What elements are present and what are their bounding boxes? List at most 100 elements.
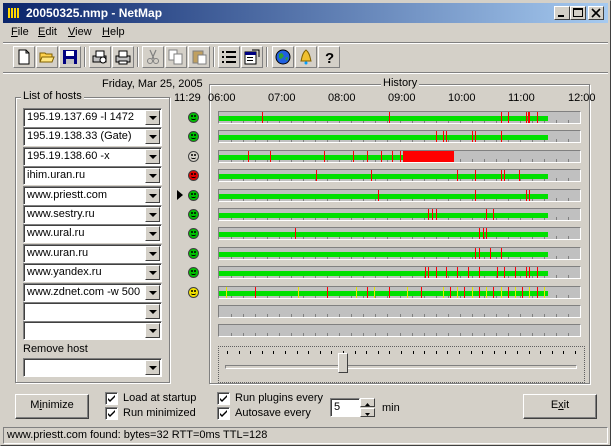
host-combo[interactable]: 195.19.137.69 -l 1472 xyxy=(23,108,162,127)
host-history-bar[interactable] xyxy=(218,247,581,260)
slider-tick xyxy=(297,351,298,354)
globe-button[interactable] xyxy=(272,46,294,68)
slider-thumb[interactable] xyxy=(338,353,348,373)
close-window-button[interactable] xyxy=(588,6,604,20)
bell-button[interactable] xyxy=(295,46,317,68)
host-history-bar[interactable] xyxy=(218,150,581,163)
host-status-ok-icon xyxy=(188,190,199,201)
checkmark-icon xyxy=(108,395,115,402)
print-button[interactable] xyxy=(112,46,134,68)
remove-host-combo[interactable] xyxy=(23,358,162,377)
host-history-bar[interactable] xyxy=(218,189,581,202)
host-combo[interactable] xyxy=(23,321,162,340)
open-button[interactable] xyxy=(36,46,58,68)
failure-mark xyxy=(400,151,401,162)
history-tick xyxy=(375,333,376,336)
host-dropdown-button[interactable] xyxy=(145,304,160,319)
host-history-bar[interactable] xyxy=(218,169,581,182)
host-dropdown-button[interactable] xyxy=(145,129,160,144)
host-combo[interactable]: 195.19.138.33 (Gate) xyxy=(23,127,162,146)
title-bar[interactable]: 20050325.nmp - NetMap xyxy=(3,3,608,23)
minimize-label-post: nimize xyxy=(41,399,74,411)
slider-tick xyxy=(471,351,472,354)
host-name: www.priestt.com xyxy=(27,189,108,201)
selected-host-arrow-icon xyxy=(177,190,183,200)
time-axis-label: 12:00 xyxy=(568,92,596,104)
history-tick xyxy=(327,333,328,336)
minimize-window-button[interactable] xyxy=(554,6,570,20)
host-dropdown-button[interactable] xyxy=(145,226,160,241)
host-dropdown-button[interactable] xyxy=(145,265,160,280)
run-minimized-checkbox[interactable] xyxy=(105,407,118,420)
history-tick xyxy=(508,159,509,162)
time-slider[interactable] xyxy=(218,346,585,383)
host-dropdown-button[interactable] xyxy=(145,246,160,261)
minimize-button[interactable]: Minimize xyxy=(15,394,89,419)
copy-button[interactable] xyxy=(165,46,187,68)
slider-tick xyxy=(262,351,263,354)
host-history-bar[interactable] xyxy=(218,208,581,221)
cut-button[interactable] xyxy=(142,46,164,68)
host-name: www.zdnet.com -w 500 xyxy=(27,286,141,298)
host-dropdown-button[interactable] xyxy=(145,285,160,300)
spin-down-button[interactable] xyxy=(360,408,375,417)
menu-edit[interactable]: Edit xyxy=(38,26,57,38)
host-history-bar[interactable] xyxy=(218,286,581,299)
print-preview-button[interactable] xyxy=(89,46,111,68)
interval-input[interactable]: 5 xyxy=(330,398,360,417)
host-combo[interactable] xyxy=(23,302,162,321)
properties-button[interactable] xyxy=(241,46,263,68)
host-dropdown-button[interactable] xyxy=(145,149,160,164)
host-history-bar[interactable] xyxy=(218,130,581,143)
help-button[interactable]: ? xyxy=(318,46,340,68)
menu-help[interactable]: Help xyxy=(102,26,125,38)
host-combo[interactable]: ihim.uran.ru xyxy=(23,166,162,185)
failure-mark xyxy=(475,190,476,201)
save-button[interactable] xyxy=(59,46,81,68)
host-dropdown-button[interactable] xyxy=(145,110,160,125)
current-time-label: 11:29 xyxy=(174,92,201,104)
host-combo[interactable]: www.ural.ru xyxy=(23,224,162,243)
failure-mark xyxy=(389,112,390,123)
failure-mark xyxy=(486,209,487,220)
time-axis-label: 11:00 xyxy=(508,92,535,104)
load-at-startup-checkbox[interactable] xyxy=(105,392,118,405)
host-history-bar[interactable] xyxy=(218,227,581,240)
host-history-bar[interactable] xyxy=(218,305,581,318)
run-plugins-every-checkbox[interactable] xyxy=(217,392,230,405)
history-tick xyxy=(243,314,244,317)
history-tick xyxy=(339,314,340,317)
maximize-window-button[interactable] xyxy=(570,6,586,20)
host-dropdown-button[interactable] xyxy=(145,323,160,338)
host-combo[interactable]: www.uran.ru xyxy=(23,244,162,263)
autosave-every-checkbox[interactable] xyxy=(217,407,230,420)
history-tick xyxy=(568,236,569,239)
failure-mark xyxy=(298,287,299,298)
exit-button[interactable]: Exit xyxy=(523,394,597,419)
host-combo[interactable]: 195.19.138.60 -x xyxy=(23,147,162,166)
host-dropdown-button[interactable] xyxy=(145,168,160,183)
spin-up-button[interactable] xyxy=(360,398,375,407)
host-history-bar[interactable] xyxy=(218,324,581,337)
menu-view[interactable]: View xyxy=(68,26,92,38)
host-history-bar[interactable] xyxy=(218,111,581,124)
failure-mark xyxy=(472,131,473,142)
paste-button[interactable] xyxy=(188,46,210,68)
menu-bar: File Edit View Help xyxy=(3,24,608,42)
host-dropdown-button[interactable] xyxy=(145,207,160,222)
host-history-bar[interactable] xyxy=(218,266,581,279)
menu-file[interactable]: File xyxy=(11,26,29,38)
list-button[interactable] xyxy=(218,46,240,68)
host-dropdown-button[interactable] xyxy=(145,188,160,203)
remove-host-dropdown-button[interactable] xyxy=(145,360,160,375)
host-combo[interactable]: www.yandex.ru xyxy=(23,263,162,282)
history-tick xyxy=(508,333,509,336)
host-combo[interactable]: www.priestt.com xyxy=(23,186,162,205)
uptime-segment xyxy=(219,232,548,237)
slider-tick xyxy=(482,351,483,354)
host-combo[interactable]: www.zdnet.com -w 500 xyxy=(23,283,162,302)
new-button[interactable] xyxy=(13,46,35,68)
history-tick xyxy=(544,314,545,317)
history-tick xyxy=(363,333,364,336)
host-combo[interactable]: www.sestry.ru xyxy=(23,205,162,224)
